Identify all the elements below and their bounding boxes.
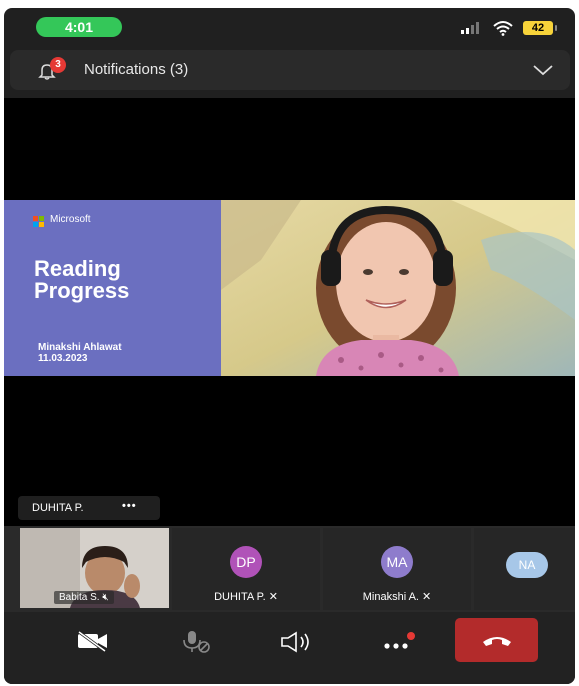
participant-tile-dp[interactable]: DP DUHITA P. ✕	[172, 528, 320, 610]
speaker-icon[interactable]	[279, 630, 315, 654]
slide-title-line1: Reading	[34, 256, 121, 281]
participant-name-label: Babita S. 🔇︎	[54, 591, 114, 604]
participant-name: Babita S.	[59, 592, 100, 603]
avatar: MA	[381, 546, 413, 578]
participant-label: Minakshi A. ✕	[323, 590, 471, 603]
phone-screen: 4:01 42 3 Notifications (3) Microsoft Re…	[4, 8, 575, 684]
notifications-bar[interactable]: 3 Notifications (3)	[10, 50, 570, 90]
speaker-video	[221, 200, 575, 376]
notifications-label: Notifications (3)	[84, 61, 189, 78]
slide-title: Reading Progress	[34, 258, 204, 302]
participant-name: Minakshi A.	[362, 591, 419, 603]
more-options-icon[interactable]: •••	[122, 494, 137, 518]
notification-badge: 3	[50, 57, 66, 73]
mic-off-icon[interactable]	[179, 630, 213, 654]
slide-title-line2: Progress	[34, 278, 130, 303]
chevron-down-icon[interactable]	[532, 64, 554, 76]
mic-off-small-icon: ✕	[422, 591, 432, 603]
participant-label: DUHITA P. ✕	[172, 590, 320, 603]
more-icon[interactable]	[382, 630, 416, 654]
participant-name: DUHITA P.	[214, 591, 266, 603]
wifi-icon	[493, 21, 513, 36]
slide-author: Minakshi Ahlawat	[38, 342, 122, 353]
presentation-slide: Microsoft Reading Progress Minakshi Ahla…	[4, 200, 221, 376]
status-time[interactable]: 4:01	[36, 17, 122, 37]
battery-tip	[555, 25, 557, 31]
active-speaker-label[interactable]: DUHITA P. •••	[18, 496, 160, 520]
avatar: NA	[506, 552, 548, 578]
end-call-button[interactable]	[455, 618, 538, 662]
participant-strip: Babita S. 🔇︎ DP DUHITA P. ✕ MA Minakshi …	[4, 526, 575, 612]
participant-tile-video[interactable]: Babita S. 🔇︎	[20, 528, 169, 608]
slide-brand: Microsoft	[50, 214, 91, 225]
mic-off-small-icon: ✕	[268, 591, 278, 603]
mic-off-small-icon: 🔇︎	[102, 592, 109, 603]
slide-author-block: Minakshi Ahlawat 11.03.2023	[38, 342, 122, 364]
participant-tile-na[interactable]: NA	[474, 528, 575, 610]
participant-tile-ma[interactable]: MA Minakshi A. ✕	[323, 528, 471, 610]
battery-indicator: 42	[523, 21, 553, 35]
shared-screen: Microsoft Reading Progress Minakshi Ahla…	[4, 200, 575, 376]
call-controls	[4, 612, 575, 684]
end-call-icon	[483, 637, 511, 646]
slide-date: 11.03.2023	[38, 353, 88, 364]
main-video-stage[interactable]: Microsoft Reading Progress Minakshi Ahla…	[4, 98, 575, 526]
status-bar: 4:01 42	[4, 8, 575, 48]
avatar: DP	[230, 546, 262, 578]
microsoft-logo-icon	[33, 216, 45, 228]
camera-off-icon[interactable]	[76, 630, 110, 652]
signal-icon	[461, 22, 479, 34]
active-speaker-name: DUHITA P.	[32, 502, 84, 514]
